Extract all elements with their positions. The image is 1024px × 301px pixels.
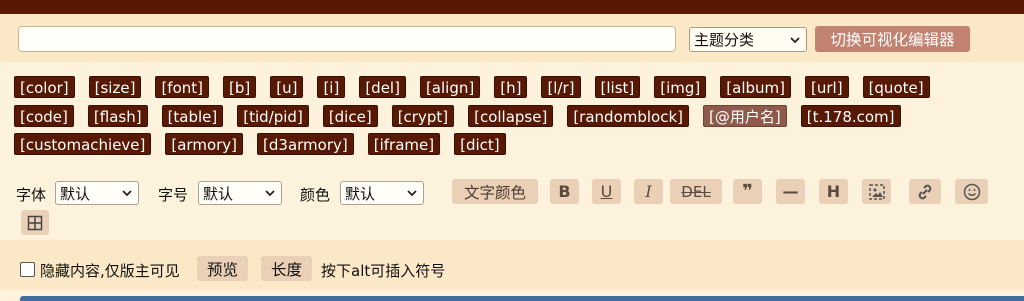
- content-area-border: [20, 296, 1024, 301]
- bbcode-tag-button[interactable]: [code]: [14, 105, 74, 127]
- strikethrough-button[interactable]: DEL: [670, 179, 722, 204]
- bbcode-tag-button[interactable]: [collapse]: [468, 105, 554, 127]
- bbcode-tag-button[interactable]: [u]: [270, 76, 304, 98]
- link-icon: [915, 182, 935, 202]
- underline-button[interactable]: U: [592, 179, 621, 204]
- bbcode-tag-button[interactable]: [dice]: [322, 105, 378, 127]
- insert-emoji-button[interactable]: [955, 179, 988, 204]
- chevron-down-icon: [405, 186, 419, 200]
- tag-row: [color] [size] [font] [b] [u] [i] [del] [align]…: [14, 76, 944, 98]
- bbcode-tag-button[interactable]: [tid/pid]: [237, 105, 309, 127]
- content-area-edge: [0, 290, 1024, 301]
- hidden-content-checkbox[interactable]: [20, 262, 35, 277]
- top-bar: [0, 0, 1024, 14]
- chevron-down-icon: [263, 186, 277, 200]
- insert-table-button[interactable]: [21, 210, 49, 235]
- topic-category-select[interactable]: 主题分类: [689, 27, 807, 52]
- bbcode-tag-button[interactable]: [album]: [720, 76, 792, 98]
- bbcode-tag-button[interactable]: [d3armory]: [257, 133, 354, 155]
- size-select-value: 默认: [203, 184, 234, 203]
- bbcode-tag-button[interactable]: [list]: [594, 76, 641, 98]
- topic-category-value: 主题分类: [694, 31, 755, 49]
- chevron-down-icon: [788, 33, 802, 47]
- bbcode-tag-button[interactable]: [crypt]: [391, 105, 455, 127]
- quote-button[interactable]: ❞: [733, 179, 762, 204]
- bbcode-tag-button[interactable]: [align]: [419, 76, 481, 98]
- color-select-value: 默认: [345, 184, 376, 203]
- tag-row: [customachieve] [armory] [d3armory] [iframe…: [14, 133, 520, 155]
- length-button[interactable]: 长度: [261, 256, 312, 281]
- bbcode-tag-button[interactable]: [del]: [359, 76, 406, 98]
- table-icon: [26, 214, 44, 232]
- horizontal-rule-button[interactable]: —: [776, 179, 805, 204]
- font-select[interactable]: 默认: [55, 181, 139, 205]
- insert-image-button[interactable]: [862, 179, 891, 204]
- hidden-content-label: 隐藏内容,仅版主可见: [40, 262, 180, 280]
- bbcode-tag-button[interactable]: [b]: [223, 76, 257, 98]
- title-input[interactable]: [18, 26, 676, 52]
- bold-button[interactable]: B: [550, 179, 579, 204]
- image-icon: [868, 183, 886, 201]
- bbcode-tag-button[interactable]: [customachieve]: [14, 133, 152, 155]
- bbcode-tag-button[interactable]: [iframe]: [367, 133, 441, 155]
- bbcode-tag-button[interactable]: [url]: [805, 76, 849, 98]
- size-select[interactable]: 默认: [198, 181, 282, 205]
- bbcode-tag-button[interactable]: [font]: [155, 76, 209, 98]
- bbcode-tag-button[interactable]: [quote]: [862, 76, 930, 98]
- font-label: 字体: [16, 186, 47, 204]
- bbcode-tag-button[interactable]: [table]: [161, 105, 224, 127]
- bbcode-tag-button[interactable]: [randomblock]: [567, 105, 690, 127]
- title-row: 主题分类 切换可视化编辑器: [0, 14, 1024, 62]
- tag-row: [code] [flash] [table] [tid/pid] [dice] [cryp…: [14, 105, 915, 127]
- bbcode-tag-button[interactable]: [dict]: [454, 133, 506, 155]
- text-color-button[interactable]: 文字颜色: [452, 179, 538, 204]
- bbcode-tag-button[interactable]: [flash]: [87, 105, 148, 127]
- bbcode-tag-button[interactable]: [l/r]: [541, 76, 581, 98]
- alt-insert-hint: 按下alt可插入符号: [321, 262, 446, 280]
- bbcode-tag-button[interactable]: [h]: [494, 76, 528, 98]
- post-options-row: 隐藏内容,仅版主可见 预览 长度 按下alt可插入符号: [0, 240, 1024, 290]
- format-toolbar: 字体 默认 字号 默认 颜色 默认 文字颜色 B U I DEL ❞ — H: [0, 170, 1024, 240]
- bbcode-tag-button[interactable]: [@用户名]: [703, 105, 787, 127]
- heading-button[interactable]: H: [819, 179, 848, 204]
- switch-visual-editor-button[interactable]: 切换可视化编辑器: [815, 26, 970, 52]
- color-select[interactable]: 默认: [340, 181, 424, 205]
- font-select-value: 默认: [60, 184, 91, 203]
- insert-link-button[interactable]: [909, 179, 941, 204]
- bbcode-tag-button[interactable]: [img]: [654, 76, 707, 98]
- italic-button[interactable]: I: [634, 179, 663, 204]
- bbcode-tag-button[interactable]: [armory]: [165, 133, 244, 155]
- bbcode-tag-button[interactable]: [color]: [14, 76, 75, 98]
- bbcode-tag-bar: [color] [size] [font] [b] [u] [i] [del] [align]…: [0, 62, 1024, 170]
- smiley-icon: [962, 182, 982, 202]
- size-label: 字号: [158, 186, 189, 204]
- bbcode-tag-button[interactable]: [t.178.com]: [800, 105, 901, 127]
- bbcode-tag-button[interactable]: [size]: [88, 76, 142, 98]
- bbcode-tag-button[interactable]: [i]: [317, 76, 346, 98]
- preview-button[interactable]: 预览: [197, 256, 248, 281]
- color-label: 颜色: [300, 186, 331, 204]
- chevron-down-icon: [120, 186, 134, 200]
